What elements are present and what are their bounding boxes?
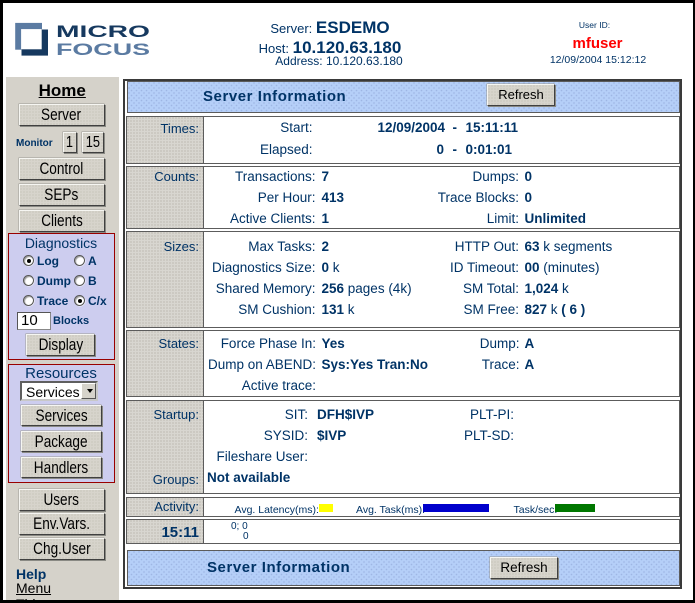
svg-text:FOCUS: FOCUS (56, 40, 150, 59)
svg-text:MICRO: MICRO (56, 22, 150, 41)
